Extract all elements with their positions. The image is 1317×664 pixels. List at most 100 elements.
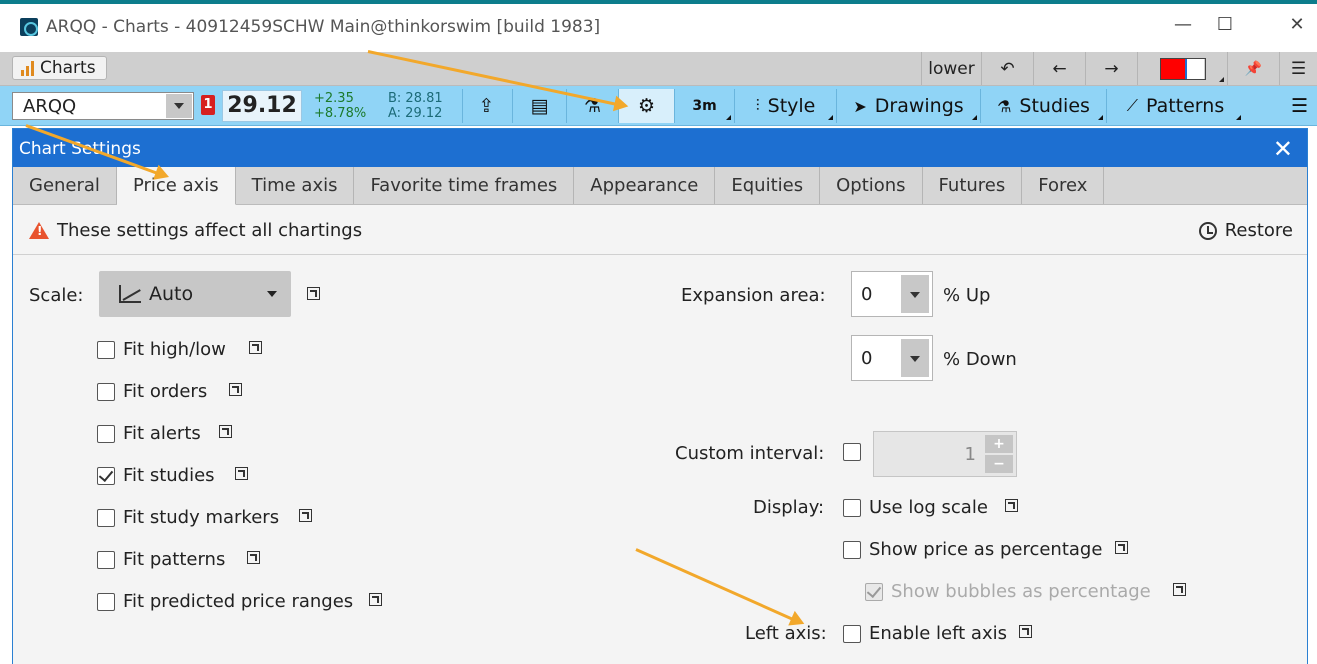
increment-button[interactable]: + bbox=[985, 435, 1013, 453]
share-icon[interactable]: ⇪ bbox=[462, 89, 510, 123]
tab-forex[interactable]: Forex bbox=[1022, 167, 1105, 204]
expansion-up-spinner[interactable]: 0 bbox=[851, 271, 933, 317]
expansion-down-value: 0 bbox=[861, 348, 873, 369]
expansion-down-spinner[interactable]: 0 bbox=[851, 335, 933, 381]
open-external-icon[interactable] bbox=[1173, 583, 1186, 596]
tab-futures[interactable]: Futures bbox=[922, 167, 1023, 204]
open-external-icon[interactable] bbox=[299, 509, 312, 522]
tab-time-axis[interactable]: Time axis bbox=[235, 167, 355, 204]
fit-studies-checkbox[interactable]: Fit studies bbox=[97, 465, 215, 486]
dialog-close-icon[interactable]: ✕ bbox=[1273, 135, 1293, 163]
open-external-icon[interactable] bbox=[307, 287, 320, 300]
fit-orders-checkbox[interactable]: Fit orders bbox=[97, 381, 207, 402]
timeframe-label: 3m bbox=[692, 98, 717, 114]
studies-button[interactable]: ⚗ Studies bbox=[980, 89, 1106, 123]
checkbox-box[interactable] bbox=[97, 382, 115, 401]
open-external-icon[interactable] bbox=[247, 551, 260, 564]
checkbox-box[interactable] bbox=[97, 550, 115, 569]
studies-label: Studies bbox=[1019, 95, 1090, 117]
timeframe-button[interactable]: 3m bbox=[674, 89, 734, 123]
back-arrow-icon[interactable]: ← bbox=[1033, 52, 1085, 85]
checkbox-box[interactable] bbox=[843, 624, 861, 643]
tab-appearance[interactable]: Appearance bbox=[574, 167, 716, 204]
checkbox-box[interactable] bbox=[843, 498, 861, 517]
studies-flask-icon: ⚗ bbox=[997, 96, 1012, 116]
calendar-icon[interactable]: ▤ bbox=[512, 89, 566, 123]
restore-button[interactable]: Restore bbox=[1198, 220, 1293, 241]
open-external-icon[interactable] bbox=[249, 341, 262, 354]
checkbox-box[interactable] bbox=[843, 443, 861, 461]
checkbox-label: Use log scale bbox=[869, 497, 988, 518]
checkbox-label: Fit alerts bbox=[123, 423, 201, 444]
fit-high-low-checkbox[interactable]: Fit high/low bbox=[97, 339, 226, 360]
tab-equities[interactable]: Equities bbox=[715, 167, 821, 204]
checkbox-box[interactable] bbox=[843, 540, 861, 559]
fit-study-markers-checkbox[interactable]: Fit study markers bbox=[97, 507, 279, 528]
checkbox-label: Fit orders bbox=[123, 381, 208, 402]
forward-arrow-icon[interactable]: → bbox=[1085, 52, 1137, 85]
pin-icon[interactable]: 📌 bbox=[1227, 52, 1279, 85]
lower-button[interactable]: lower bbox=[921, 52, 981, 85]
price-axis-panel: Scale: Auto Fit high/low Fit orders Fit … bbox=[13, 255, 1307, 664]
custom-interval-input[interactable]: 1 + − bbox=[873, 431, 1017, 477]
tab-price-axis[interactable]: Price axis bbox=[116, 167, 236, 205]
drawings-button[interactable]: ➤ Drawings bbox=[836, 89, 980, 123]
ask-price: A: 29.12 bbox=[388, 106, 443, 121]
minimize-button[interactable]: — bbox=[1168, 14, 1198, 35]
fit-patterns-checkbox[interactable]: Fit patterns bbox=[97, 549, 225, 570]
symbar-menu-icon[interactable]: ☰ bbox=[1282, 89, 1317, 123]
window-title: ARQQ - Charts - 40912459SCHW Main@thinko… bbox=[46, 17, 601, 37]
open-external-icon[interactable] bbox=[235, 467, 248, 480]
style-label: Style bbox=[767, 95, 816, 117]
checkbox-box[interactable] bbox=[97, 424, 115, 443]
expansion-up-unit: % Up bbox=[943, 285, 991, 306]
checkbox-box[interactable] bbox=[97, 340, 115, 359]
chevron-down-icon[interactable] bbox=[901, 339, 929, 377]
custom-interval-value: 1 bbox=[964, 444, 976, 465]
patterns-button[interactable]: ⟋ Patterns bbox=[1106, 89, 1244, 123]
fit-alerts-checkbox[interactable]: Fit alerts bbox=[97, 423, 201, 444]
open-external-icon[interactable] bbox=[229, 383, 242, 396]
checkbox-label: Fit high/low bbox=[123, 339, 226, 360]
checkbox-box[interactable] bbox=[97, 592, 115, 611]
checkbox-box[interactable] bbox=[97, 508, 115, 527]
price-change: +2.35 +8.78% bbox=[306, 90, 378, 122]
open-external-icon[interactable] bbox=[369, 593, 382, 606]
tab-general[interactable]: General bbox=[13, 167, 117, 204]
style-button[interactable]: ⫶ Style bbox=[734, 89, 836, 123]
open-external-icon[interactable] bbox=[1115, 541, 1128, 554]
fit-predicted-price-ranges-checkbox[interactable]: Fit predicted price ranges bbox=[97, 591, 353, 612]
checkbox-label: Show bubbles as percentage bbox=[891, 581, 1151, 602]
open-external-icon[interactable] bbox=[1019, 625, 1032, 638]
show-price-percentage-checkbox[interactable]: Show price as percentage bbox=[843, 539, 1102, 560]
chevron-down-icon[interactable] bbox=[901, 275, 929, 313]
symbol-dropdown-icon[interactable] bbox=[166, 94, 192, 118]
open-external-icon[interactable] bbox=[219, 425, 232, 438]
symbol-alert-badge[interactable]: 1 bbox=[201, 95, 215, 115]
custom-interval-label: Custom interval: bbox=[675, 443, 825, 464]
window-close-button[interactable]: ✕ bbox=[1282, 14, 1312, 35]
bar-chart-icon bbox=[21, 60, 34, 76]
open-external-icon[interactable] bbox=[1005, 499, 1018, 512]
maximize-button[interactable]: ☐ bbox=[1210, 14, 1240, 35]
strip-menu-icon[interactable]: ☰ bbox=[1279, 52, 1317, 85]
undo-icon[interactable]: ↶ bbox=[981, 52, 1033, 85]
settings-notice: These settings affect all chartings Rest… bbox=[13, 205, 1307, 255]
expansion-area-label: Expansion area: bbox=[681, 285, 826, 306]
decrement-button[interactable]: − bbox=[985, 455, 1013, 473]
charts-tab[interactable]: Charts bbox=[12, 56, 107, 80]
custom-interval-checkbox[interactable] bbox=[843, 443, 869, 461]
scale-dropdown[interactable]: Auto bbox=[99, 271, 291, 317]
enable-left-axis-checkbox[interactable]: Enable left axis bbox=[843, 623, 1007, 644]
auto-scale-icon bbox=[119, 285, 141, 303]
use-log-scale-checkbox[interactable]: Use log scale bbox=[843, 497, 988, 518]
tab-favorite-time-frames[interactable]: Favorite time frames bbox=[354, 167, 575, 204]
drawings-label: Drawings bbox=[874, 95, 964, 117]
checkbox-box-checked[interactable] bbox=[97, 466, 115, 485]
tab-options[interactable]: Options bbox=[820, 167, 923, 204]
symbol-input[interactable]: ARQQ bbox=[12, 92, 194, 120]
patterns-label: Patterns bbox=[1145, 95, 1225, 117]
color-link-button[interactable] bbox=[1137, 52, 1227, 85]
patterns-icon: ⟋ bbox=[1126, 96, 1138, 115]
show-bubbles-percentage-checkbox: Show bubbles as percentage bbox=[865, 581, 1151, 602]
